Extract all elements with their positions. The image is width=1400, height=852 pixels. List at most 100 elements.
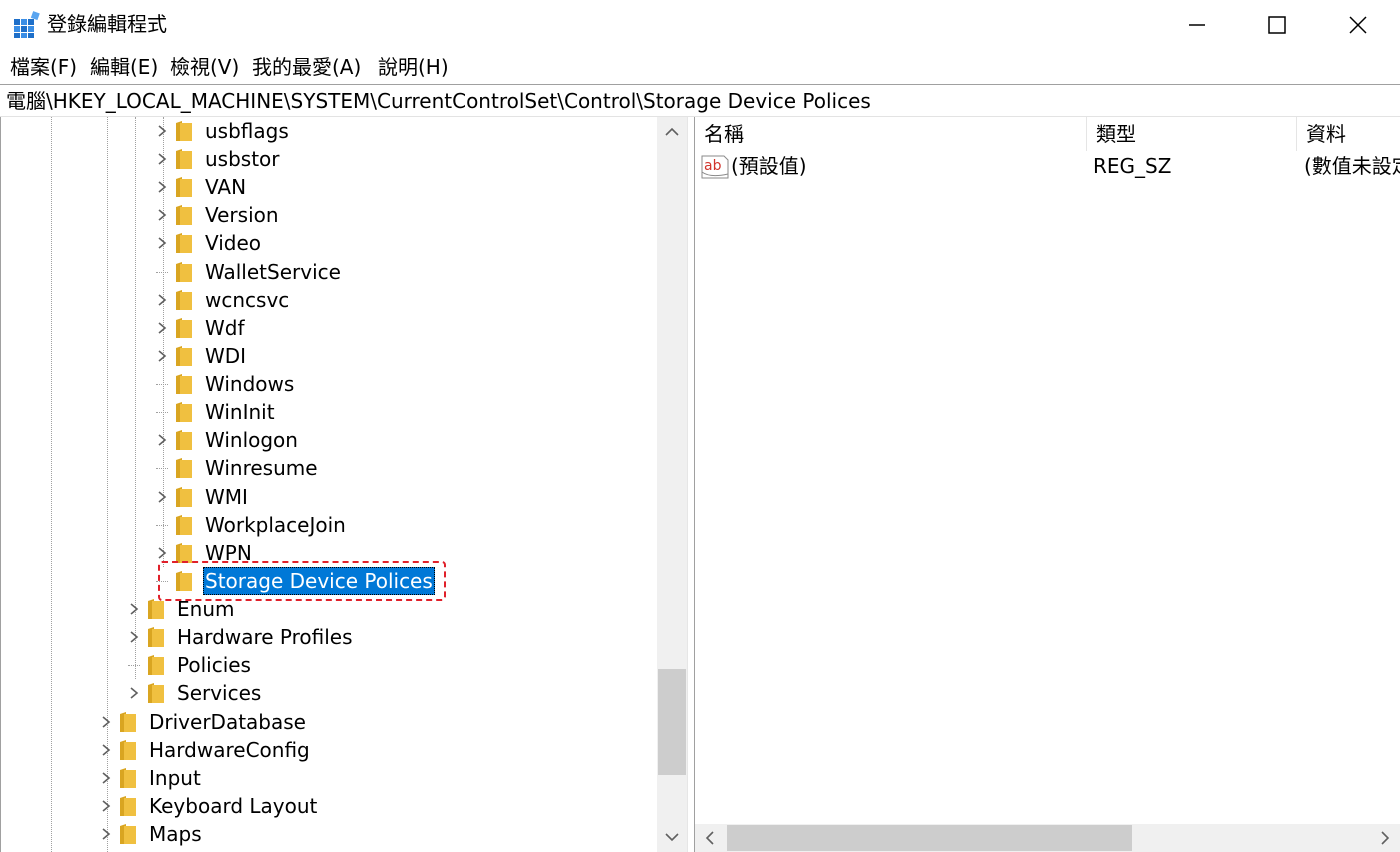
chevron-right-icon[interactable]: [155, 349, 169, 363]
tree-item[interactable]: Hardware Profiles: [127, 623, 607, 651]
chevron-right-icon[interactable]: [127, 686, 141, 700]
menu-bar: 檔案(F) 編輯(E) 檢視(V) 我的最愛(A) 說明(H): [0, 50, 1400, 84]
chevron-right-icon[interactable]: [155, 321, 169, 335]
tree-item[interactable]: Winresume: [155, 454, 635, 482]
tree-item-label: Winresume: [205, 456, 318, 480]
close-icon: [1349, 16, 1367, 34]
tree-item-label: Winlogon: [205, 428, 298, 452]
chevron-right-icon[interactable]: [127, 630, 141, 644]
scroll-thumb[interactable]: [658, 669, 686, 775]
folder-icon: [176, 290, 192, 310]
tree-item[interactable]: Input: [99, 764, 579, 792]
list-horizontal-scrollbar[interactable]: [695, 824, 1400, 852]
pane-splitter[interactable]: [687, 117, 695, 852]
scroll-left-button[interactable]: [695, 824, 725, 852]
address-path[interactable]: 電腦\HKEY_LOCAL_MACHINE\SYSTEM\CurrentCont…: [6, 88, 871, 114]
chevron-right-icon[interactable]: [155, 208, 169, 222]
tree-item-label: DriverDatabase: [149, 710, 306, 734]
tree-item[interactable]: Maps: [99, 820, 579, 848]
scroll-thumb[interactable]: [727, 825, 1132, 851]
column-header-data[interactable]: 資料: [1297, 117, 1400, 151]
chevron-right-icon[interactable]: [155, 293, 169, 307]
tree-item[interactable]: Version: [155, 201, 635, 229]
tree-item[interactable]: usbstor: [155, 145, 635, 173]
highlight-annotation: [158, 561, 446, 601]
folder-icon: [176, 262, 192, 282]
tree-item[interactable]: Policies: [127, 651, 607, 679]
tree-item-label: Policies: [177, 653, 251, 677]
value-type: REG_SZ: [1093, 154, 1172, 178]
title-bar: 登錄編輯程式: [0, 0, 1400, 50]
tree-item[interactable]: Services: [127, 679, 607, 707]
chevron-right-icon[interactable]: [99, 743, 113, 757]
chevron-right-icon[interactable]: [99, 827, 113, 841]
tree-vertical-scrollbar[interactable]: [657, 117, 687, 852]
tree-item-label: Services: [177, 681, 262, 705]
tree-item[interactable]: Wdf: [155, 314, 635, 342]
folder-icon: [120, 712, 136, 732]
scroll-right-button[interactable]: [1370, 824, 1400, 852]
menu-file[interactable]: 檔案(F): [10, 53, 77, 81]
chevron-left-icon: [705, 831, 714, 845]
folder-icon: [148, 599, 164, 619]
folder-icon: [176, 402, 192, 422]
chevron-right-icon[interactable]: [155, 124, 169, 138]
value-list[interactable]: 名稱 類型 資料 ab (預設值) REG_SZ (數值未設定): [695, 117, 1400, 852]
menu-favorites[interactable]: 我的最愛(A): [252, 53, 361, 81]
column-header-type[interactable]: 類型: [1087, 117, 1297, 151]
folder-icon: [176, 233, 192, 253]
tree-item[interactable]: HardwareConfig: [99, 736, 579, 764]
maximize-button[interactable]: [1237, 0, 1317, 50]
address-bar[interactable]: 電腦\HKEY_LOCAL_MACHINE\SYSTEM\CurrentCont…: [0, 84, 1400, 117]
tree-item[interactable]: WinInit: [155, 398, 635, 426]
tree-item-label: VAN: [205, 175, 247, 199]
chevron-right-icon[interactable]: [99, 799, 113, 813]
tree-connector: [156, 384, 168, 385]
column-header-name[interactable]: 名稱: [695, 117, 1087, 151]
value-row[interactable]: ab (預設值) REG_SZ (數值未設定): [695, 151, 1400, 181]
tree-item[interactable]: Keyboard Layout: [99, 792, 579, 820]
tree-item-label: Hardware Profiles: [177, 625, 353, 649]
key-tree[interactable]: usbflags usbstor VAN Version Video WalletServ…: [0, 117, 687, 852]
scroll-down-button[interactable]: [657, 822, 687, 852]
menu-help[interactable]: 說明(H): [378, 53, 449, 81]
tree-item-label: Windows: [205, 372, 295, 396]
folder-icon: [176, 149, 192, 169]
chevron-right-icon[interactable]: [99, 715, 113, 729]
tree-item[interactable]: Winlogon: [155, 426, 635, 454]
chevron-right-icon[interactable]: [155, 433, 169, 447]
window-title: 登錄編輯程式: [47, 12, 167, 36]
tree-item[interactable]: WMI: [155, 483, 635, 511]
menu-view[interactable]: 檢視(V): [170, 53, 239, 81]
chevron-right-icon[interactable]: [99, 771, 113, 785]
chevron-right-icon[interactable]: [155, 546, 169, 560]
chevron-right-icon[interactable]: [155, 152, 169, 166]
tree-item[interactable]: wcncsvc: [155, 286, 635, 314]
menu-edit[interactable]: 編輯(E): [90, 53, 158, 81]
minimize-button[interactable]: [1157, 0, 1237, 50]
tree-item[interactable]: WalletService: [155, 258, 635, 286]
folder-icon: [148, 655, 164, 675]
chevron-right-icon[interactable]: [155, 236, 169, 250]
tree-item-label: WalletService: [205, 260, 341, 284]
svg-text:ab: ab: [704, 158, 722, 174]
tree-item-label: WinInit: [205, 400, 275, 424]
tree-item[interactable]: VAN: [155, 173, 635, 201]
chevron-right-icon[interactable]: [127, 602, 141, 616]
tree-item[interactable]: Video: [155, 229, 635, 257]
close-button[interactable]: [1318, 0, 1398, 50]
tree-item[interactable]: DriverDatabase: [99, 708, 579, 736]
tree-item-label: HardwareConfig: [149, 738, 310, 762]
tree-connector: [128, 665, 140, 666]
tree-item[interactable]: Windows: [155, 370, 635, 398]
string-value-icon: ab: [701, 155, 729, 179]
chevron-right-icon[interactable]: [155, 490, 169, 504]
tree-item[interactable]: usbflags: [155, 117, 635, 145]
tree-item[interactable]: WorkplaceJoin: [155, 511, 635, 539]
tree-item[interactable]: WDI: [155, 342, 635, 370]
folder-icon: [176, 177, 192, 197]
folder-icon: [148, 627, 164, 647]
scroll-up-button[interactable]: [657, 117, 687, 147]
folder-icon: [176, 318, 192, 338]
chevron-right-icon[interactable]: [155, 180, 169, 194]
